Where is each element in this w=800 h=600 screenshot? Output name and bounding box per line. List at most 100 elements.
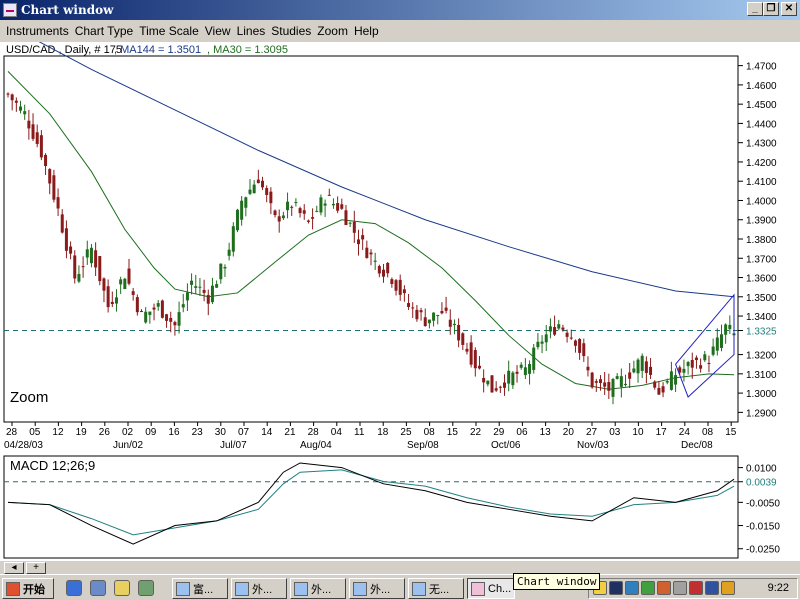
menu-lines[interactable]: Lines bbox=[234, 24, 269, 38]
candle-body bbox=[486, 380, 490, 385]
month-label: Dec/08 bbox=[681, 440, 713, 451]
candle-body bbox=[394, 280, 398, 291]
candle-body bbox=[165, 314, 169, 321]
price-tick-label: 1.4200 bbox=[746, 158, 777, 169]
chart-svg[interactable]: USD/CAD , Daily, # 175 , MA144 = 1.3501 … bbox=[0, 24, 800, 560]
tray-icon-5[interactable] bbox=[657, 581, 671, 595]
task-button-4[interactable]: 外... bbox=[349, 578, 405, 599]
candle-body bbox=[540, 341, 544, 344]
candle-body bbox=[277, 216, 281, 222]
tray-icon-6[interactable] bbox=[673, 581, 687, 595]
horizontal-scrollbar[interactable]: ◂ + bbox=[0, 560, 800, 574]
ie-icon[interactable] bbox=[66, 580, 82, 596]
macd-panel bbox=[3, 455, 739, 559]
candle-body bbox=[160, 300, 164, 318]
menu-instruments[interactable]: Instruments bbox=[3, 24, 72, 38]
candle-body bbox=[419, 310, 423, 313]
price-tick-label: 1.3900 bbox=[746, 216, 777, 227]
task-button-3[interactable]: 外... bbox=[290, 578, 346, 599]
candle-body bbox=[256, 179, 260, 184]
scroll-left-button[interactable]: ◂ bbox=[4, 562, 24, 574]
tray-icon-3[interactable] bbox=[625, 581, 639, 595]
price-tick-label: 1.4300 bbox=[746, 139, 777, 150]
task-button-1[interactable]: 富... bbox=[172, 578, 228, 599]
candle-body bbox=[269, 191, 273, 204]
candle-body bbox=[194, 286, 198, 288]
menu-studies[interactable]: Studies bbox=[268, 24, 314, 38]
candle-body bbox=[473, 350, 477, 369]
candle-body bbox=[19, 106, 23, 111]
task-label: 富... bbox=[193, 583, 214, 596]
candle-body bbox=[398, 279, 402, 295]
candle-body bbox=[23, 111, 27, 115]
date-tick-label: 12 bbox=[52, 427, 64, 438]
date-tick-label: 08 bbox=[702, 427, 714, 438]
candle-body bbox=[578, 339, 582, 353]
tray-icon-4[interactable] bbox=[641, 581, 655, 595]
chart-app-icon bbox=[471, 581, 485, 596]
candle-body bbox=[319, 197, 323, 213]
outlook-icon[interactable] bbox=[114, 580, 130, 596]
candle-body bbox=[640, 355, 644, 371]
title-bar[interactable]: Chart window _ ❐ ✕ bbox=[0, 0, 800, 20]
date-tick-label: 05 bbox=[29, 427, 41, 438]
menu-chart-type[interactable]: Chart Type bbox=[72, 24, 136, 38]
scroll-split-button[interactable]: + bbox=[26, 562, 46, 574]
candle-body bbox=[331, 203, 335, 206]
desktop-icon[interactable] bbox=[90, 580, 106, 596]
candle-body bbox=[457, 324, 461, 341]
start-button[interactable]: 开始 bbox=[2, 578, 54, 599]
candle-body bbox=[407, 303, 411, 307]
candle-body bbox=[273, 210, 277, 216]
maximize-button[interactable]: ❐ bbox=[763, 2, 779, 16]
minimize-button[interactable]: _ bbox=[747, 2, 763, 16]
date-axis: 28 05 12 19 26 02 09 16 23 30 07 14 21 28 04 11 18 25 08 15… bbox=[4, 422, 737, 451]
candle-body bbox=[636, 359, 640, 374]
candle-body bbox=[686, 362, 690, 367]
candle-body bbox=[110, 301, 114, 305]
date-tick-label: 06 bbox=[516, 427, 528, 438]
date-tick-label: 09 bbox=[145, 427, 157, 438]
month-label: Jul/07 bbox=[220, 440, 247, 451]
menu-help[interactable]: Help bbox=[351, 24, 382, 38]
price-axis: 1.4700 1.4600 1.4500 1.4400 1.4300 1.4200 1.41… bbox=[738, 62, 777, 419]
tray-icon-9[interactable] bbox=[721, 581, 735, 595]
candle-body bbox=[77, 273, 81, 282]
task-button-5[interactable]: 无... bbox=[408, 578, 464, 599]
menu-time-scale[interactable]: Time Scale bbox=[136, 24, 202, 38]
tray-icon-8[interactable] bbox=[705, 581, 719, 595]
candle-body bbox=[661, 386, 665, 393]
close-button[interactable]: ✕ bbox=[781, 2, 797, 16]
candle-body bbox=[582, 343, 586, 357]
menu-view[interactable]: View bbox=[202, 24, 234, 38]
menu-zoom[interactable]: Zoom bbox=[314, 24, 351, 38]
task-icon bbox=[412, 581, 426, 596]
zoom-label: Zoom bbox=[10, 389, 48, 406]
task-button-2[interactable]: 外... bbox=[231, 578, 287, 599]
date-tick-label: 26 bbox=[99, 427, 111, 438]
candle-body bbox=[653, 381, 657, 388]
candle-body bbox=[373, 260, 377, 262]
price-tick-label: 1.4400 bbox=[746, 119, 777, 130]
candle-body bbox=[10, 94, 14, 101]
media-icon[interactable] bbox=[138, 580, 154, 596]
candle-body bbox=[123, 278, 127, 289]
candle-body bbox=[131, 291, 135, 295]
candle-body bbox=[590, 372, 594, 388]
price-tick-label: 1.3600 bbox=[746, 274, 777, 285]
candle-body bbox=[206, 294, 210, 304]
candle-body bbox=[52, 175, 56, 200]
candle-body bbox=[465, 348, 469, 352]
task-button-chart-window[interactable]: Ch... bbox=[467, 578, 515, 599]
candle-body bbox=[48, 169, 52, 184]
date-tick-label: 03 bbox=[609, 427, 621, 438]
tray-icon-2[interactable] bbox=[609, 581, 623, 595]
candle-body bbox=[89, 247, 93, 264]
tray-icon-7[interactable] bbox=[689, 581, 703, 595]
scroll-left-icon: ◂ bbox=[11, 562, 17, 573]
app-icon[interactable] bbox=[3, 3, 17, 17]
task-label: 外... bbox=[311, 583, 332, 596]
candle-body bbox=[644, 361, 648, 373]
macd-axis: 0.0100 0.0039 -0.0050 -0.0150 -0.0250 bbox=[738, 464, 780, 556]
start-label: 开始 bbox=[23, 583, 45, 596]
